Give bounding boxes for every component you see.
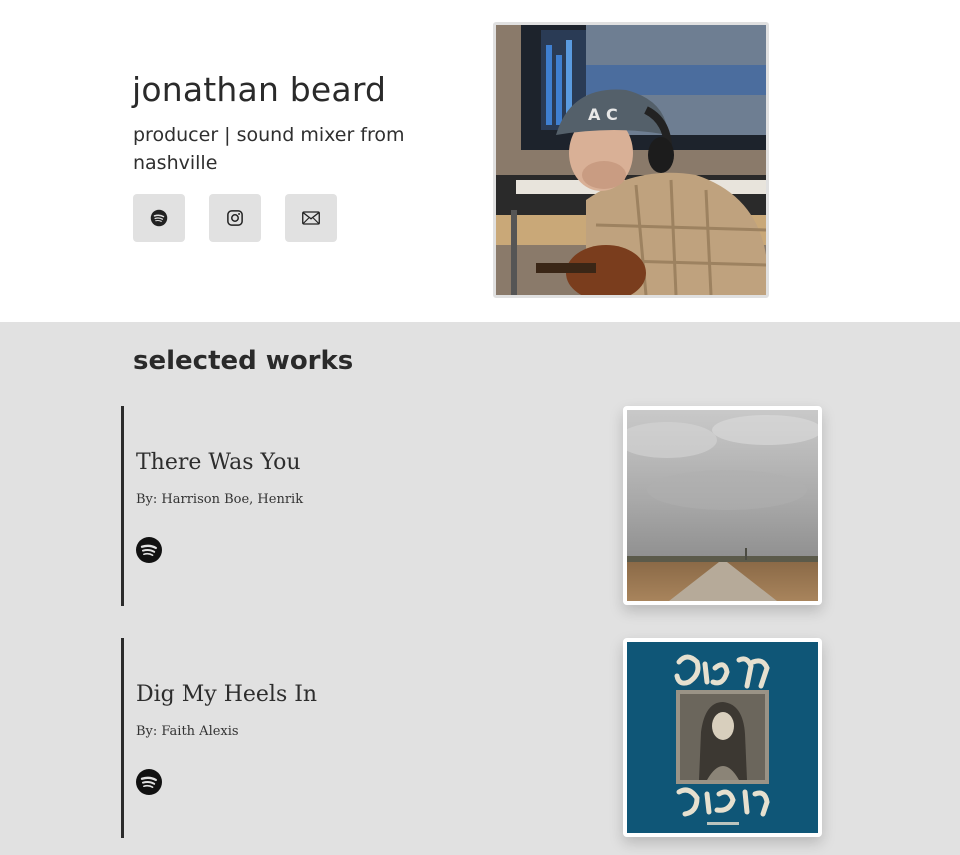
social-links <box>133 194 337 242</box>
profile-tagline: producer | sound mixer from nashville <box>133 124 405 174</box>
album-cover-there-was-you[interactable] <box>623 406 822 605</box>
email-link[interactable] <box>285 194 337 242</box>
album-cover-dig-my-heels-in[interactable] <box>623 638 822 837</box>
instagram-icon <box>227 210 243 226</box>
profile-name: jonathan beard <box>132 70 387 109</box>
spotify-icon <box>150 209 168 227</box>
work-title[interactable]: There Was You <box>136 450 301 475</box>
instagram-link[interactable] <box>209 194 261 242</box>
spotify-icon <box>136 769 162 795</box>
mail-icon <box>302 211 320 225</box>
work-item: There Was You By: Harrison Boe, Henrik <box>121 406 822 606</box>
work-item: Dig My Heels In By: Faith Alexis <box>121 638 822 838</box>
svg-text:A C: A C <box>588 105 618 124</box>
work-credit: By: Faith Alexis <box>136 724 239 739</box>
spotify-link[interactable] <box>136 537 162 563</box>
section-title: selected works <box>133 346 354 376</box>
work-title[interactable]: Dig My Heels In <box>136 682 317 707</box>
spotify-icon <box>136 537 162 563</box>
accent-bar <box>121 638 124 838</box>
profile-header: jonathan beard producer | sound mixer fr… <box>0 0 960 322</box>
selected-works-section: selected works There Was You By: Harriso… <box>0 322 960 855</box>
spotify-link[interactable] <box>133 194 185 242</box>
work-credit: By: Harrison Boe, Henrik <box>136 492 304 507</box>
spotify-link[interactable] <box>136 769 162 795</box>
accent-bar <box>121 406 124 606</box>
profile-photo: A C <box>493 22 769 298</box>
